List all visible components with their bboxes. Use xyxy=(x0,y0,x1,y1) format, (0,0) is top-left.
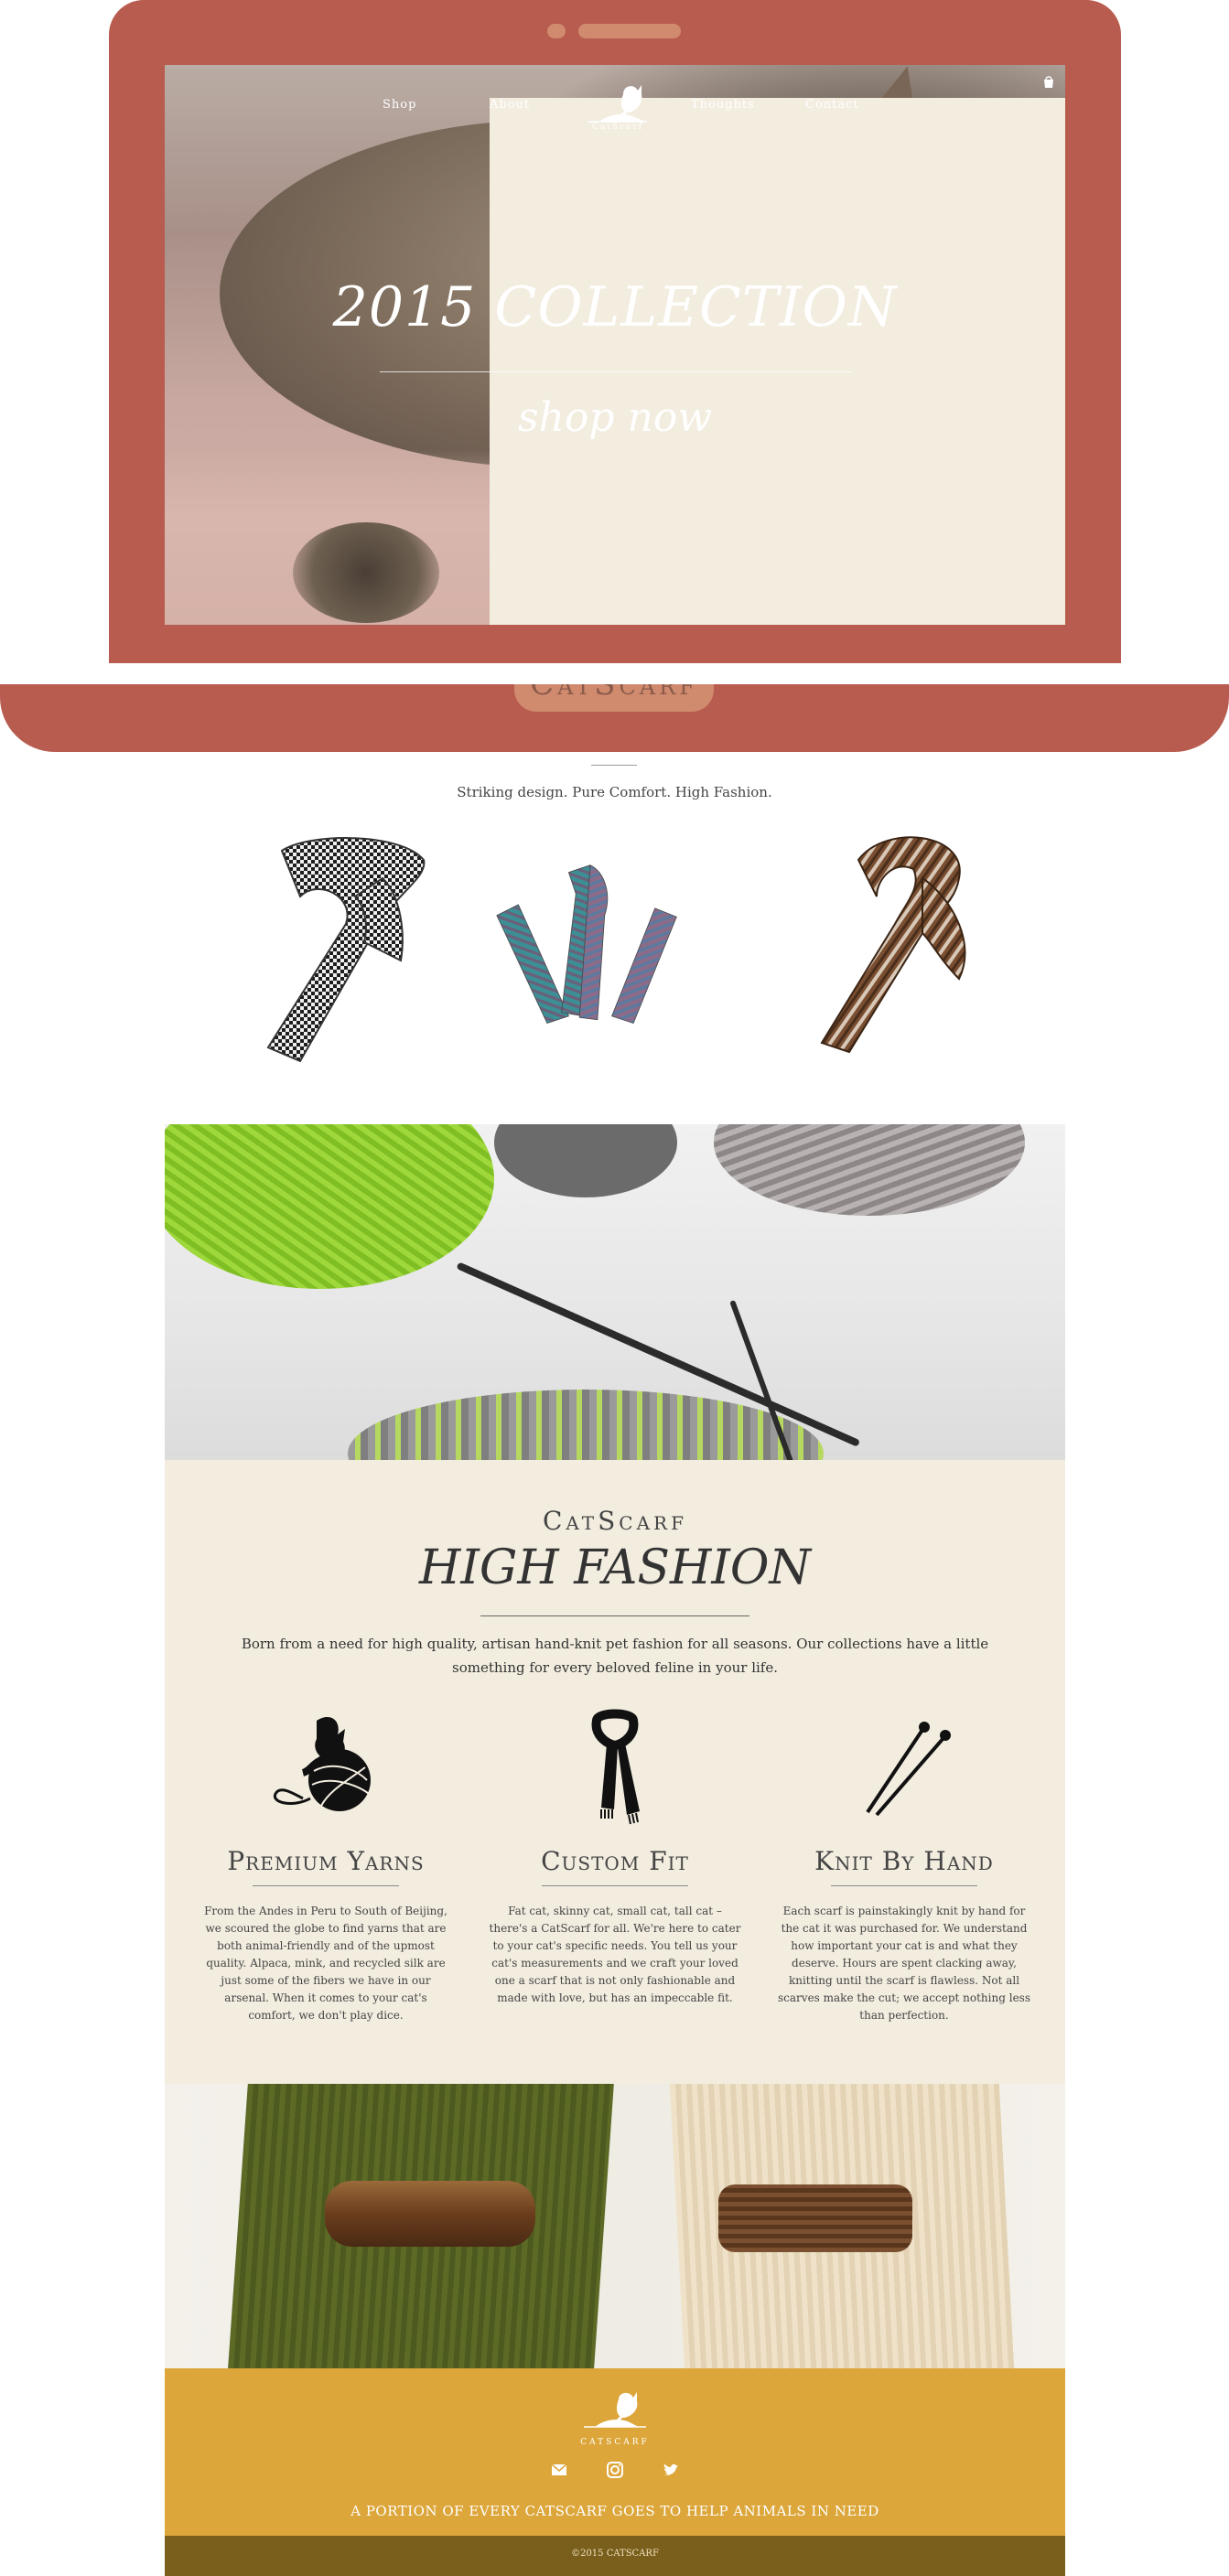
scarf-toggles-photo xyxy=(165,2084,1065,2368)
scarf-icon xyxy=(591,1709,640,1825)
product-scarf-brown-stripe[interactable] xyxy=(794,823,996,1079)
nav-thoughts-link[interactable]: Thoughts xyxy=(691,98,755,112)
feature-premium-yarns: Premium Yarns From the Andes in Peru to … xyxy=(189,1707,463,2024)
hero-divider xyxy=(380,371,852,372)
dark-yarn-ball xyxy=(494,1124,677,1197)
laptop-camera-dot xyxy=(547,24,566,38)
social-links xyxy=(165,2460,1065,2479)
catscarf-logo-icon[interactable] xyxy=(578,2387,652,2432)
about-divider xyxy=(480,1615,749,1616)
knitting-needles-icon xyxy=(866,1722,951,1817)
grey-yarn-ball xyxy=(714,1124,1025,1216)
feature-text: Each scarf is painstakingly knit by hand… xyxy=(778,1905,1030,2022)
knitting-photo xyxy=(165,1124,1065,1460)
shopping-bag-icon[interactable] xyxy=(1041,74,1056,89)
main-nav: Shop About CatScarf Thoughts Contact xyxy=(165,65,1065,625)
nav-logo-text: CatScarf xyxy=(591,123,644,132)
hero-banner: Shop About CatScarf Thoughts Contact 201… xyxy=(165,65,1065,625)
shop-now-link[interactable]: shop now xyxy=(165,394,1065,441)
nav-shop-link[interactable]: Shop xyxy=(383,98,416,112)
tagline: Striking design. Pure Comfort. High Fash… xyxy=(457,784,772,800)
feature-knit-by-hand: Knit By Hand Each scarf is painstakingly… xyxy=(767,1707,1041,2024)
feature-text: Fat cat, skinny cat, small cat, tall cat… xyxy=(489,1905,741,2004)
envelope-icon[interactable] xyxy=(550,2461,568,2479)
instagram-icon[interactable] xyxy=(606,2461,624,2479)
twitter-icon[interactable] xyxy=(662,2461,680,2479)
green-yarn-ball xyxy=(165,1124,494,1289)
product-scarf-teal-purple[interactable] xyxy=(490,823,691,1079)
feature-divider xyxy=(253,1885,399,1886)
tagline-divider xyxy=(591,765,637,766)
about-section: CatScarf HIGH FASHION Born from a need f… xyxy=(165,1460,1065,2084)
feature-divider xyxy=(831,1885,977,1886)
about-brand: CatScarf xyxy=(543,1506,687,1536)
yarn-ball-cat-icon xyxy=(273,1716,371,1811)
feature-text: From the Andes in Peru to South of Beiji… xyxy=(204,1905,447,2022)
feature-custom-fit: Custom Fit Fat cat, skinny cat, small ca… xyxy=(478,1707,752,2007)
feature-title: Custom Fit xyxy=(541,1846,689,1876)
footer-message: A PORTION OF EVERY CATSCARF GOES TO HELP… xyxy=(350,2503,879,2519)
copyright-text: ©2015 CATSCARF xyxy=(571,2549,659,2559)
copyright-bar: ©2015 CATSCARF xyxy=(165,2536,1065,2576)
about-title: HIGH FASHION xyxy=(418,1540,812,1595)
nav-contact-link[interactable]: Contact xyxy=(805,98,859,112)
wooden-toggle xyxy=(718,2184,912,2252)
footer-brand: CATSCARF xyxy=(580,2438,650,2447)
laptop-base-brand: CatScarf xyxy=(530,684,698,703)
hero-cat-paw xyxy=(293,522,439,623)
wooden-toggle xyxy=(325,2181,535,2247)
nav-about-link[interactable]: About xyxy=(490,98,1065,625)
footer: CATSCARF A PORTION OF EVERY CATSCARF GOE… xyxy=(165,2368,1065,2536)
feature-title: Premium Yarns xyxy=(227,1846,425,1876)
about-intro: Born from a need for high quality, artis… xyxy=(241,1636,989,1676)
product-scarf-houndstooth[interactable] xyxy=(245,823,447,1079)
feature-title: Knit By Hand xyxy=(814,1846,994,1876)
feature-divider xyxy=(542,1885,688,1886)
laptop-notch: CatScarf xyxy=(514,684,714,712)
hero-title: 2015 COLLECTION xyxy=(332,275,898,339)
laptop-camera-bar xyxy=(578,24,681,38)
